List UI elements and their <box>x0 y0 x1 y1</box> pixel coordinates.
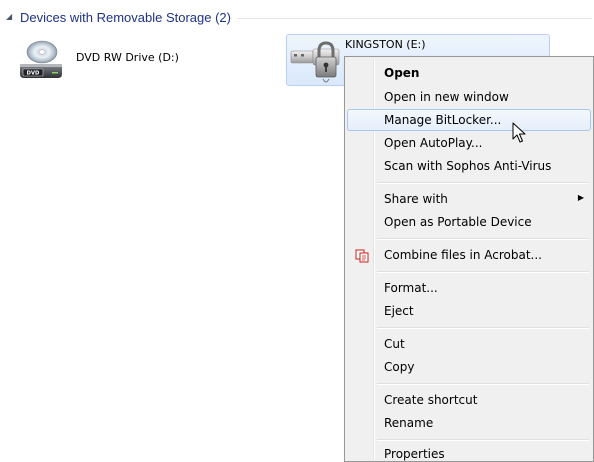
menu-item-label: Format... <box>384 281 438 295</box>
menu-item-label: Open as Portable Device <box>384 215 532 229</box>
menu-item-label: Create shortcut <box>384 393 478 407</box>
menu-separator <box>377 327 589 329</box>
menu-item-label: Scan with Sophos Anti-Virus <box>384 159 552 173</box>
menu-item-manage-bitlocker[interactable]: Manage BitLocker... <box>347 109 591 131</box>
menu-item-label: Open AutoPlay... <box>384 136 483 150</box>
menu-item-open-autoplay[interactable]: Open AutoPlay... <box>347 132 591 154</box>
menu-item-label: Properties <box>384 447 445 461</box>
submenu-arrow-icon: ▶ <box>577 193 584 202</box>
menu-separator <box>377 439 589 441</box>
menu-item-eject[interactable]: Eject <box>347 300 591 322</box>
context-menu: Open Open in new window Manage BitLocker… <box>344 56 594 462</box>
menu-item-label: Copy <box>384 360 415 374</box>
drive-dvd[interactable]: DVD DVD RW Drive (D:) <box>16 34 256 86</box>
menu-item-open-portable-device[interactable]: Open as Portable Device <box>347 211 591 233</box>
menu-item-label: Manage BitLocker... <box>384 113 502 127</box>
menu-item-rename[interactable]: Rename <box>347 412 591 434</box>
menu-item-label: Combine files in Acrobat... <box>384 248 542 262</box>
menu-item-combine-acrobat[interactable]: Combine files in Acrobat... <box>347 244 591 266</box>
locked-usb-drive-icon <box>290 41 340 83</box>
menu-item-share-with[interactable]: Share with ▶ <box>347 188 591 210</box>
menu-item-open[interactable]: Open <box>347 62 591 84</box>
mouse-pointer-icon <box>512 122 526 143</box>
dvd-drive-icon: DVD <box>20 40 62 78</box>
dvd-logo-text: DVD <box>27 71 40 77</box>
menu-item-label: Open in new window <box>384 90 509 104</box>
drive-label: DVD RW Drive (D:) <box>76 51 179 64</box>
group-divider <box>236 17 592 19</box>
menu-item-open-new-window[interactable]: Open in new window <box>347 86 591 108</box>
menu-item-format[interactable]: Format... <box>347 277 591 299</box>
menu-item-copy[interactable]: Copy <box>347 356 591 378</box>
explorer-content-pane: ◢ Devices with Removable Storage (2) DVD… <box>0 0 594 462</box>
menu-item-label: Cut <box>384 337 405 351</box>
menu-item-create-shortcut[interactable]: Create shortcut <box>347 389 591 411</box>
menu-item-label: Rename <box>384 416 434 430</box>
menu-item-label: Open <box>384 66 420 80</box>
menu-item-properties[interactable]: Properties <box>347 443 591 461</box>
menu-separator <box>377 383 589 385</box>
menu-separator <box>377 182 589 184</box>
menu-separator <box>377 271 589 273</box>
acrobat-combine-icon <box>355 249 369 263</box>
group-header[interactable]: ◢ Devices with Removable Storage (2) <box>6 6 592 28</box>
menu-item-scan-sophos[interactable]: Scan with Sophos Anti-Virus <box>347 155 591 177</box>
drive-label: KINGSTON (E:) <box>345 38 426 51</box>
menu-item-label: Share with <box>384 192 448 206</box>
menu-item-cut[interactable]: Cut <box>347 333 591 355</box>
menu-item-label: Eject <box>384 304 414 318</box>
group-title: Devices with Removable Storage (2) <box>20 9 231 25</box>
collapse-triangle-icon[interactable]: ◢ <box>6 13 18 21</box>
menu-separator <box>377 238 589 240</box>
